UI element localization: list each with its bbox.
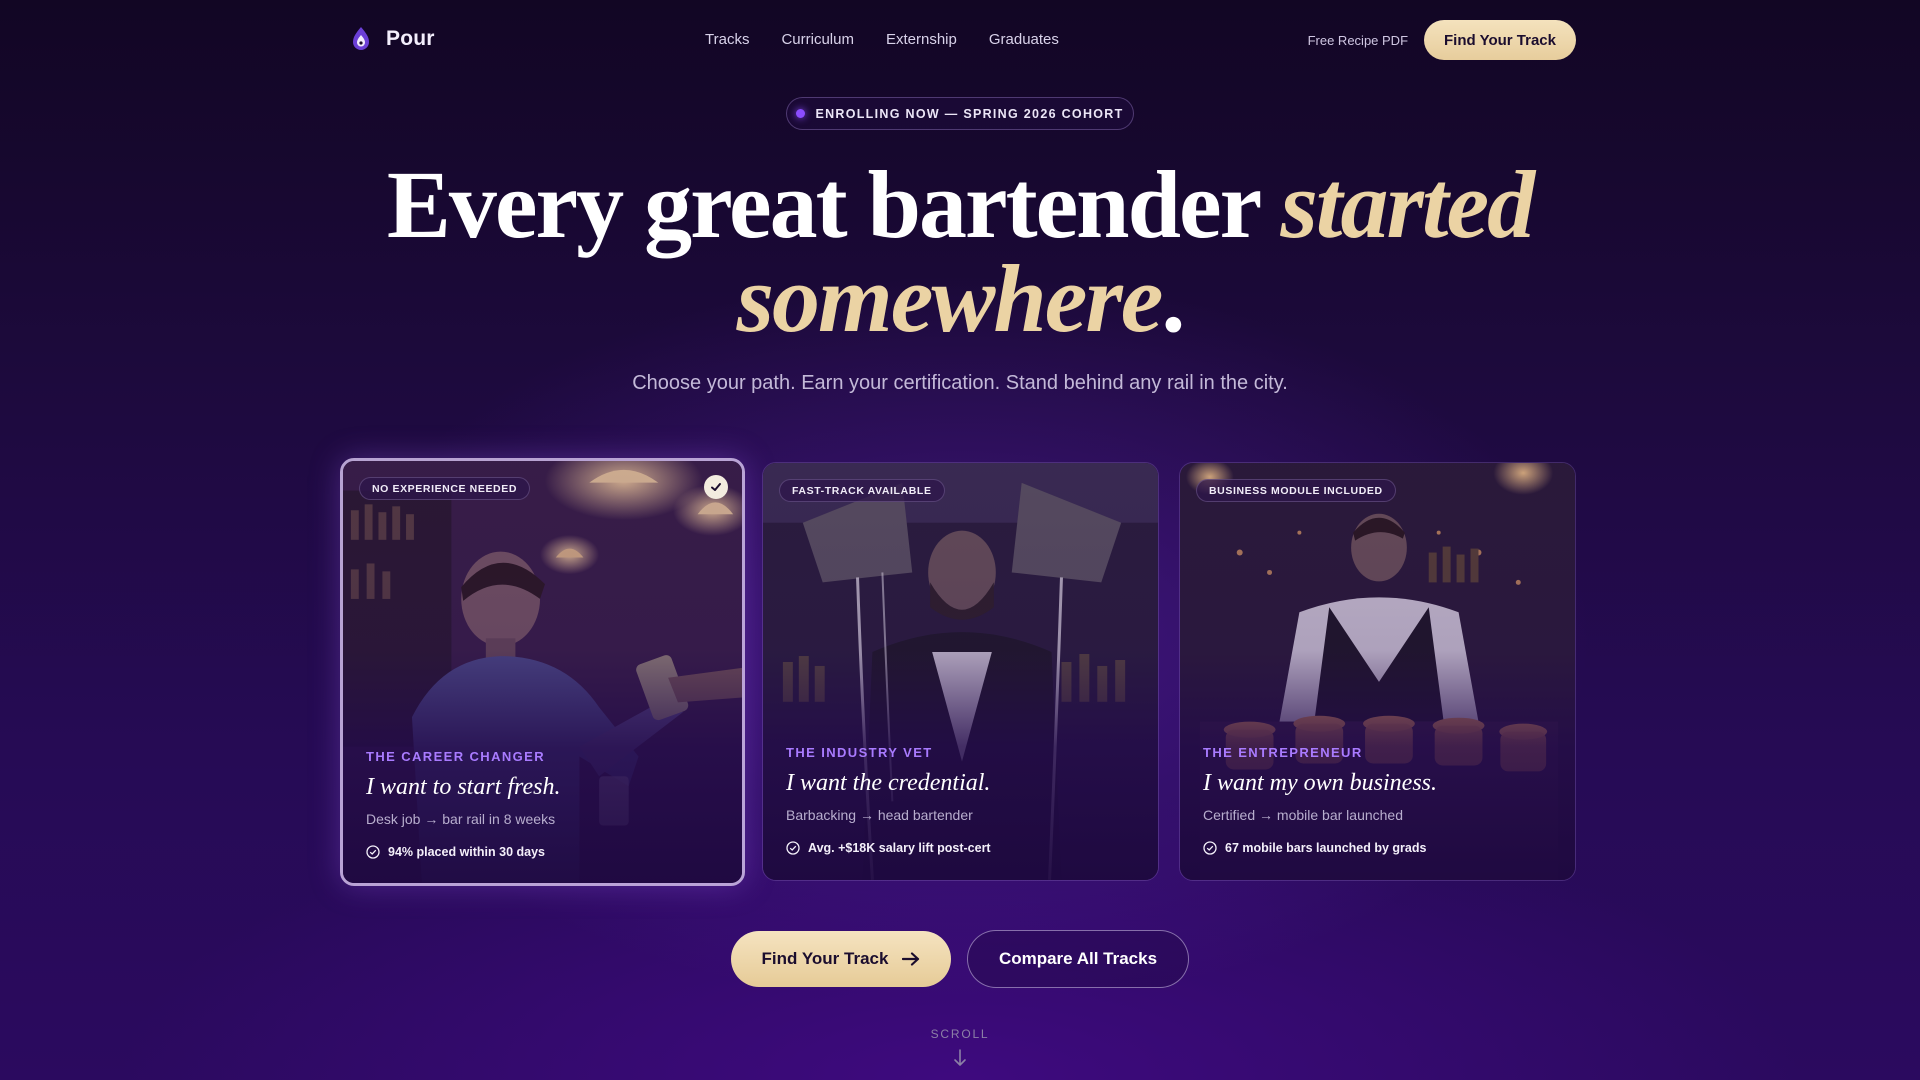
scroll-label: SCROLL <box>930 1027 990 1041</box>
card-title: I want my own business. <box>1203 770 1437 796</box>
card-stat: 94% placed within 30 days <box>366 845 722 859</box>
card-path: Desk job → bar rail in 8 weeks <box>366 811 722 827</box>
arrow-right-icon: → <box>424 811 439 827</box>
arrow-right-icon: → <box>859 807 874 823</box>
card-title: I want the credential. <box>786 770 991 796</box>
primary-nav: Tracks Curriculum Externship Graduates <box>705 31 1059 48</box>
find-track-label: Find Your Track <box>761 949 889 968</box>
card-tag: FAST-TRACK AVAILABLE <box>779 479 945 502</box>
card-persona-label: THE ENTREPRENEUR <box>1203 745 1363 760</box>
check-circle-icon <box>366 845 380 859</box>
nav-actions: Free Recipe PDF Find Your Track <box>1308 20 1576 60</box>
nav-link-externship[interactable]: Externship <box>886 31 957 48</box>
headline-line2: somewhere. <box>736 245 1186 352</box>
headline-plain: Every great bartender <box>386 151 1281 258</box>
check-circle-icon <box>1203 841 1217 855</box>
free-recipe-pdf-link[interactable]: Free Recipe PDF <box>1308 33 1408 48</box>
card-stat-text: 67 mobile bars launched by grads <box>1225 841 1427 855</box>
card-path: Barbacking → head bartender <box>786 807 1138 823</box>
card-persona-label: THE INDUSTRY VET <box>786 745 933 760</box>
hero-headline: Every great bartender started somewhere. <box>0 157 1920 347</box>
card-stat: Avg. +$18K salary lift post-cert <box>786 841 1138 855</box>
card-tag: NO EXPERIENCE NEEDED <box>359 477 531 500</box>
arrow-right-icon <box>902 952 920 966</box>
nav-link-tracks[interactable]: Tracks <box>705 31 749 48</box>
path-from: Desk job <box>366 811 421 827</box>
hero-subhead: Choose your path. Earn your certificatio… <box>632 372 1288 394</box>
card-body: THE CAREER CHANGER I want to start fresh… <box>366 749 722 859</box>
headline-line1: Every great bartender started <box>386 151 1535 258</box>
compare-tracks-button[interactable]: Compare All Tracks <box>967 930 1189 988</box>
card-persona-label: THE CAREER CHANGER <box>366 749 546 764</box>
brand-name: Pour <box>386 27 435 50</box>
card-stat-text: 94% placed within 30 days <box>388 845 546 859</box>
card-stat-text: Avg. +$18K salary lift post-cert <box>808 841 991 855</box>
card-tag: BUSINESS MODULE INCLUDED <box>1196 479 1396 502</box>
headline-period: . <box>1161 245 1185 352</box>
card-body: THE ENTREPRENEUR I want my own business.… <box>1203 745 1555 855</box>
arrow-right-icon: → <box>1259 807 1274 823</box>
check-circle-icon <box>786 841 800 855</box>
arrow-down-icon <box>954 1049 966 1066</box>
scroll-indicator[interactable]: SCROLL <box>0 1027 1920 1067</box>
status-dot <box>796 109 806 118</box>
path-to: head bartender <box>877 807 973 823</box>
nav-find-track-button[interactable]: Find Your Track <box>1424 20 1576 60</box>
track-card-career-changer[interactable]: NO EXPERIENCE NEEDED THE CAREER CHANGER … <box>340 458 745 886</box>
track-card-industry-vet[interactable]: FAST-TRACK AVAILABLE THE INDUSTRY VET I … <box>762 462 1159 881</box>
track-card-entrepreneur[interactable]: BUSINESS MODULE INCLUDED THE ENTREPRENEU… <box>1179 462 1576 881</box>
selected-check-icon <box>704 475 728 499</box>
nav-link-curriculum[interactable]: Curriculum <box>781 31 854 48</box>
card-stat: 67 mobile bars launched by grads <box>1203 841 1555 855</box>
path-from: Barbacking <box>786 807 857 823</box>
card-title: I want to start fresh. <box>366 774 561 800</box>
find-track-button[interactable]: Find Your Track <box>731 931 951 987</box>
top-nav: Pour Tracks Curriculum Externship Gradua… <box>0 0 1920 80</box>
flame-drop-icon <box>353 27 369 50</box>
headline-accent-2: somewhere <box>736 245 1164 352</box>
enrollment-badge-text: ENROLLING NOW — SPRING 2026 COHORT <box>815 106 1124 121</box>
nav-link-graduates[interactable]: Graduates <box>989 31 1059 48</box>
enrollment-badge: ENROLLING NOW — SPRING 2026 COHORT <box>786 97 1134 130</box>
path-from: Certified <box>1203 807 1256 823</box>
card-body: THE INDUSTRY VET I want the credential. … <box>786 745 1138 855</box>
brand-logo[interactable]: Pour <box>350 26 435 52</box>
path-to: bar rail in 8 weeks <box>442 811 556 827</box>
card-path: Certified → mobile bar launched <box>1203 807 1555 823</box>
path-to: mobile bar launched <box>1276 807 1404 823</box>
headline-accent-1: started <box>1280 151 1535 258</box>
